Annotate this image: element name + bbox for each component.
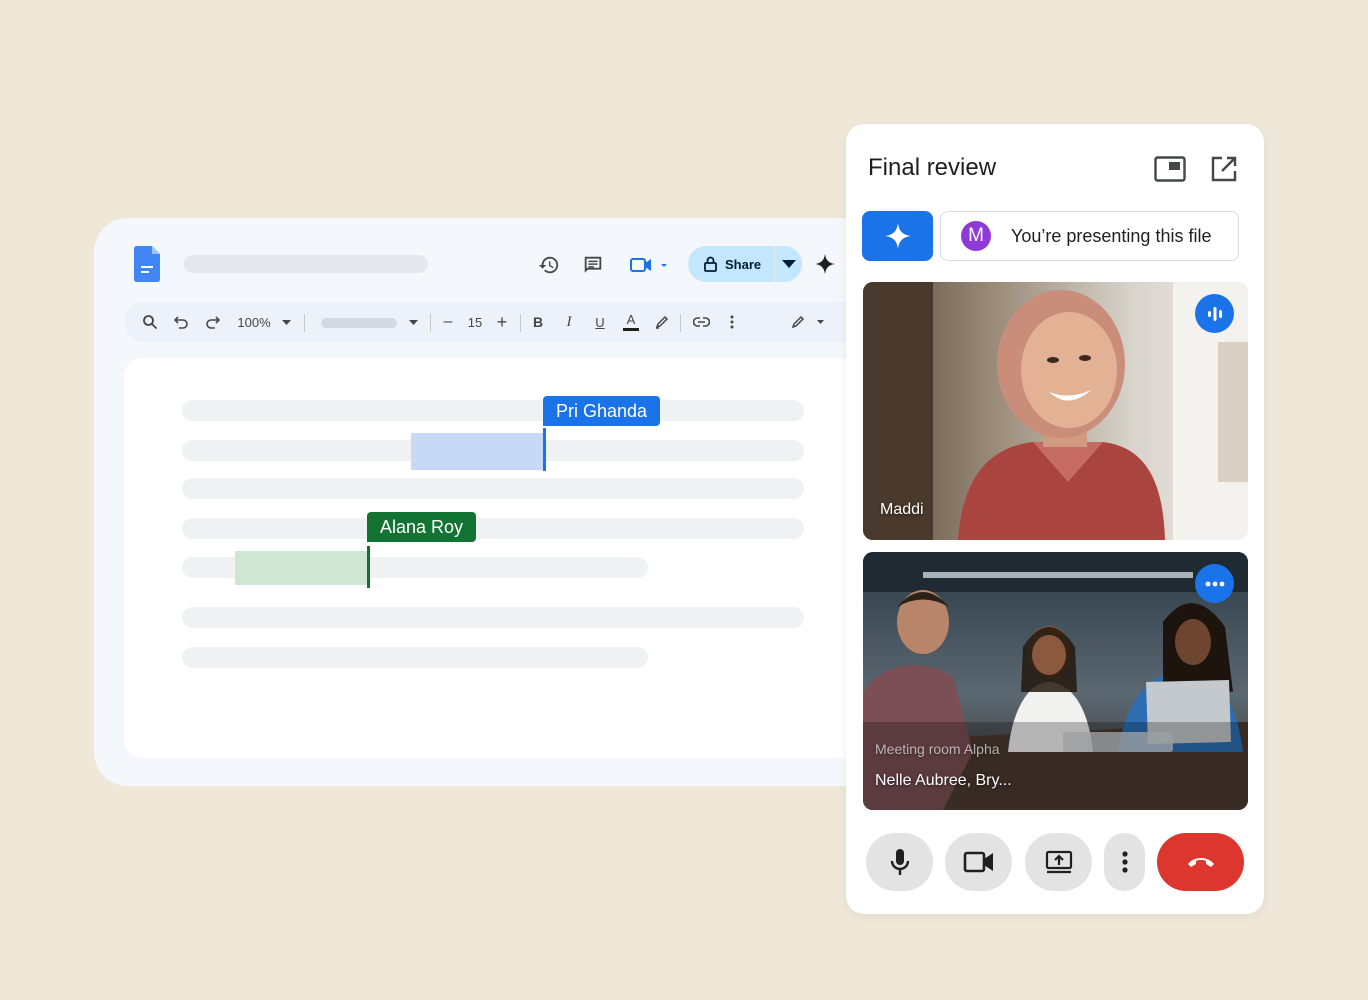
end-call-icon	[1187, 858, 1214, 867]
meet-panel: Final review M You’re presenting this fi…	[846, 124, 1264, 914]
redo-icon[interactable]	[199, 302, 225, 342]
gemini-sparkle-icon	[884, 223, 911, 249]
microphone-icon	[890, 849, 909, 875]
meeting-title: Final review	[868, 154, 997, 181]
formatting-toolbar: 100% – 15 + B I U A	[124, 302, 894, 342]
avatar: M	[961, 221, 991, 251]
document-title-placeholder[interactable]	[184, 255, 428, 273]
speaking-indicator-icon	[1195, 294, 1234, 333]
camera-button[interactable]	[945, 833, 1012, 891]
collaborator-tag-alana: Alana Roy	[367, 512, 477, 542]
microphone-button[interactable]	[866, 833, 933, 891]
open-in-new-icon[interactable]	[1206, 152, 1242, 186]
more-vert-icon	[1121, 851, 1128, 873]
document-page[interactable]: Pri Ghanda Alana Roy	[124, 358, 894, 758]
participant-name: Nelle Aubree, Bry...	[875, 772, 1012, 789]
gemini-button[interactable]	[862, 211, 933, 261]
underline-icon[interactable]: U	[586, 302, 614, 342]
more-options-icon[interactable]	[1195, 564, 1234, 603]
pri-caret	[543, 428, 546, 471]
more-icon[interactable]	[720, 302, 744, 342]
font-dropdown-icon[interactable]	[405, 302, 421, 342]
zoom-dropdown-icon[interactable]	[278, 302, 294, 342]
present-screen-icon	[1045, 850, 1072, 874]
search-icon[interactable]	[136, 302, 164, 342]
link-icon[interactable]	[686, 302, 716, 342]
highlight-icon[interactable]	[648, 302, 676, 342]
alana-caret	[367, 546, 370, 588]
share-dropdown-icon[interactable]	[775, 246, 802, 282]
undo-icon[interactable]	[168, 302, 194, 342]
share-label: Share	[725, 256, 762, 272]
history-icon[interactable]	[536, 252, 562, 278]
font-size-input[interactable]: 15	[462, 302, 488, 342]
zoom-value: 100%	[237, 314, 271, 330]
presenting-text: You’re presenting this file	[1011, 225, 1212, 246]
participant-name: Maddi	[880, 501, 924, 518]
meet-video-icon[interactable]	[628, 252, 672, 278]
lock-icon	[704, 256, 717, 272]
presenting-status[interactable]: M You’re presenting this file	[940, 211, 1239, 261]
alana-selection	[235, 551, 369, 585]
docs-window: Share 100% – 15 + B I U A Pri Ghanda Ala…	[94, 218, 894, 786]
font-select[interactable]	[321, 318, 397, 328]
comment-icon[interactable]	[580, 252, 606, 278]
zoom-select[interactable]: 100%	[228, 302, 280, 342]
room-name: Meeting room Alpha	[875, 741, 1000, 757]
docs-logo-icon[interactable]	[134, 246, 160, 282]
decrease-font-size-button[interactable]: –	[436, 302, 460, 342]
increase-font-size-button[interactable]: +	[490, 302, 514, 342]
edit-mode-icon[interactable]	[788, 302, 828, 342]
bold-icon[interactable]: B	[524, 302, 552, 342]
text-color-icon[interactable]: A	[616, 302, 646, 342]
share-button[interactable]: Share	[688, 246, 802, 282]
collaborator-tag-pri: Pri Ghanda	[543, 396, 661, 426]
picture-in-picture-icon[interactable]	[1152, 152, 1188, 186]
more-options-button[interactable]	[1104, 833, 1145, 891]
italic-icon[interactable]: I	[555, 302, 583, 342]
end-call-button[interactable]	[1157, 833, 1244, 891]
present-screen-button[interactable]	[1025, 833, 1092, 891]
gemini-icon[interactable]	[812, 251, 838, 277]
pri-selection	[411, 433, 544, 470]
camera-icon	[963, 851, 993, 873]
participant-tile-meeting-room[interactable]: Meeting room Alpha Nelle Aubree, Bry...	[863, 552, 1248, 810]
participant-tile-maddi[interactable]: Maddi	[863, 282, 1248, 540]
